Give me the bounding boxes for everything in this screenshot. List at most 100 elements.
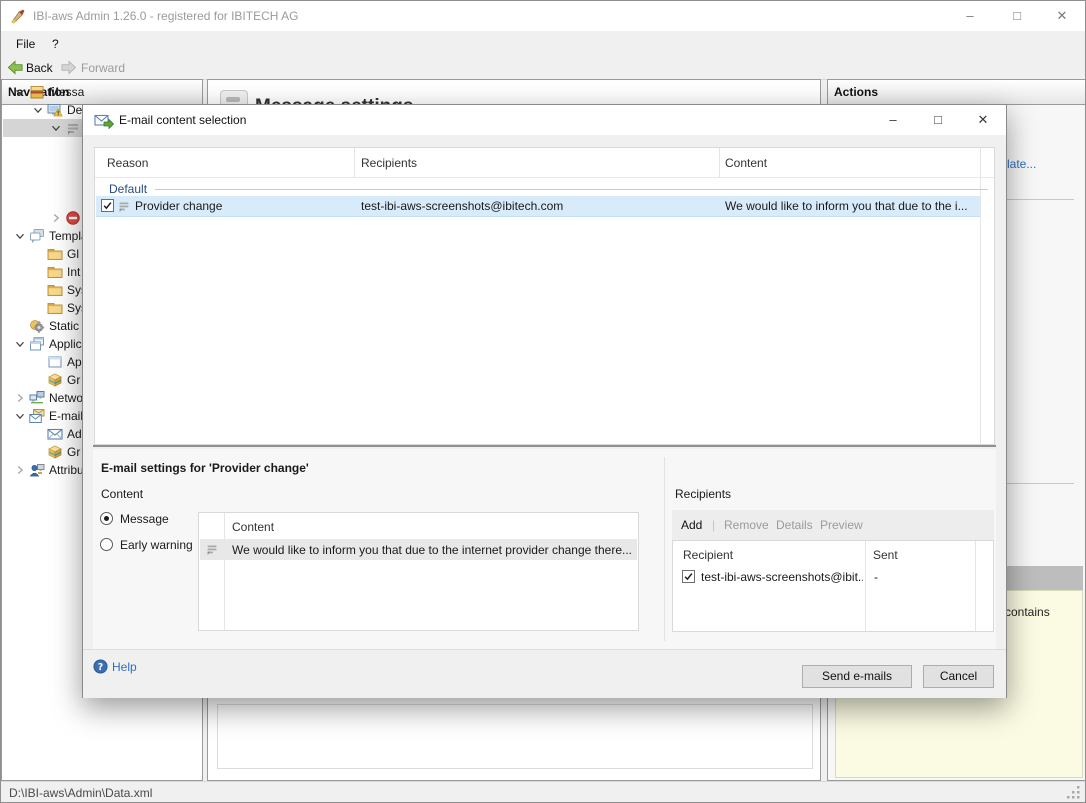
actions-partial-link[interactable]: late... [1007,157,1036,171]
minimize-button[interactable]: – [953,1,987,31]
recipient-checkbox[interactable] [682,570,695,583]
radio-early-warning-label[interactable]: Early warning [120,538,193,552]
dialog-titlebar: E-mail content selection – □ ✕ [83,105,1006,135]
back-button[interactable]: Back [26,57,53,79]
group-divider [664,457,665,641]
status-path: D:\IBI-aws\Admin\Data.xml [9,786,152,800]
menu-file[interactable]: File [10,31,41,57]
chevron-down-icon[interactable] [29,103,47,117]
note-partial-text: contains [1005,605,1050,619]
column-divider[interactable] [719,148,720,177]
resize-grip[interactable] [1065,784,1081,800]
application-icon [47,354,63,370]
column-header-recipient[interactable]: Recipient [683,548,733,562]
dialog-maximize-button[interactable]: □ [921,105,955,135]
applications-icon [29,336,45,352]
sidebar-item-label: Gr [67,445,80,459]
sidebar-item-messages[interactable]: Messa [3,83,209,101]
recipients-group-label: Recipients [675,487,731,501]
table-row[interactable]: Provider change test-ibi-aws-screenshots… [96,196,980,217]
message-icon [117,199,131,213]
radio-message[interactable] [100,512,113,525]
email-send-icon [94,113,114,129]
chevron-down-icon[interactable] [11,85,29,99]
dialog-title: E-mail content selection [119,105,246,135]
reasons-table: Reason Recipients Content Default Provid… [94,147,995,445]
radio-message-label[interactable]: Message [120,512,169,526]
cancel-button[interactable]: Cancel [923,665,994,688]
sidebar-item-label: Int [67,265,80,279]
chevron-right-icon[interactable] [11,463,29,477]
sidebar-item-label: Attribu [49,463,84,477]
window-titlebar: IBI-aws Admin 1.26.0 - registered for IB… [1,1,1086,31]
column-header-recipients[interactable]: Recipients [361,156,417,170]
sidebar-item-label: Applic [49,337,82,351]
remove-button[interactable]: Remove [724,518,769,532]
window-title: IBI-aws Admin 1.26.0 - registered for IB… [33,1,298,31]
sidebar-item-label: Messa [49,85,84,99]
recipients-toolbar: Add | Remove Details Preview [672,510,994,540]
column-header-reason[interactable]: Reason [107,156,148,170]
recipient-row[interactable]: test-ibi-aws-screenshots@ibit... - [674,567,994,587]
content-list-row[interactable]: We would like to inform you that due to … [200,539,637,560]
chevron-down-icon[interactable] [47,121,65,135]
sidebar-item-label: Ap [67,355,82,369]
settings-section: E-mail settings for 'Provider change' Co… [93,449,996,649]
column-header-content[interactable]: Content [725,156,767,170]
radio-early-warning[interactable] [100,538,113,551]
cell-recipients: test-ibi-aws-screenshots@ibitech.com [361,199,563,213]
message-icon [65,120,81,136]
forward-button[interactable]: Forward [81,57,125,79]
group-header-line [155,189,988,190]
sidebar-item-label: E-mail [49,409,83,423]
menu-help[interactable]: ? [46,31,65,57]
attributes-icon [29,462,45,478]
cell-recipient: test-ibi-aws-screenshots@ibit... [701,570,863,584]
preview-button[interactable]: Preview [820,518,863,532]
splitter[interactable] [93,445,996,447]
email-address-icon [47,426,63,442]
email-content-selection-dialog: E-mail content selection – □ ✕ Reason Re… [82,104,1007,698]
column-divider[interactable] [354,148,355,177]
folder-icon [47,246,63,262]
static-gear-icon [29,318,45,334]
column-divider [224,513,225,630]
toolbar [1,57,1086,80]
details-button[interactable]: Details [776,518,813,532]
chevron-down-icon[interactable] [11,409,29,423]
sidebar-item-label: Gl [67,247,79,261]
cell-content: We would like to inform you that due to … [725,199,977,213]
menu-bar [1,31,1086,57]
dialog-minimize-button[interactable]: – [876,105,910,135]
chevron-right-icon[interactable] [11,391,29,405]
forbidden-icon [65,210,81,226]
sidebar-item-label: Static [49,319,79,333]
forward-arrow-icon [61,60,76,75]
close-button[interactable]: ✕ [1045,1,1079,31]
message-icon [205,542,219,556]
dialog-close-button[interactable]: ✕ [966,105,1000,135]
content-list-header[interactable]: Content [232,520,274,534]
emails-icon [29,408,45,424]
chevron-down-icon[interactable] [11,337,29,351]
send-emails-button[interactable]: Send e-mails [802,665,912,688]
chevron-down-icon[interactable] [11,229,29,243]
dialog-footer: Help Send e-mails Cancel [83,649,1006,698]
content-list: Content We would like to inform you that… [198,512,639,631]
chevron-right-icon[interactable] [47,211,65,225]
help-link[interactable]: Help [112,660,137,674]
maximize-button[interactable]: □ [1000,1,1034,31]
group-box-icon [47,444,63,460]
app-window: IBI-aws Admin 1.26.0 - registered for IB… [0,0,1086,803]
deactivation-monitor-icon [47,102,63,118]
app-icon [10,8,26,24]
toolbar-separator: | [712,518,715,532]
folder-icon [47,300,63,316]
header-divider [95,177,994,178]
cell-sent: - [874,570,878,584]
column-header-sent[interactable]: Sent [873,548,898,562]
column-divider[interactable] [980,148,981,444]
group-header[interactable]: Default [109,182,147,196]
add-button[interactable]: Add [681,518,702,532]
row-checkbox[interactable] [101,199,114,212]
